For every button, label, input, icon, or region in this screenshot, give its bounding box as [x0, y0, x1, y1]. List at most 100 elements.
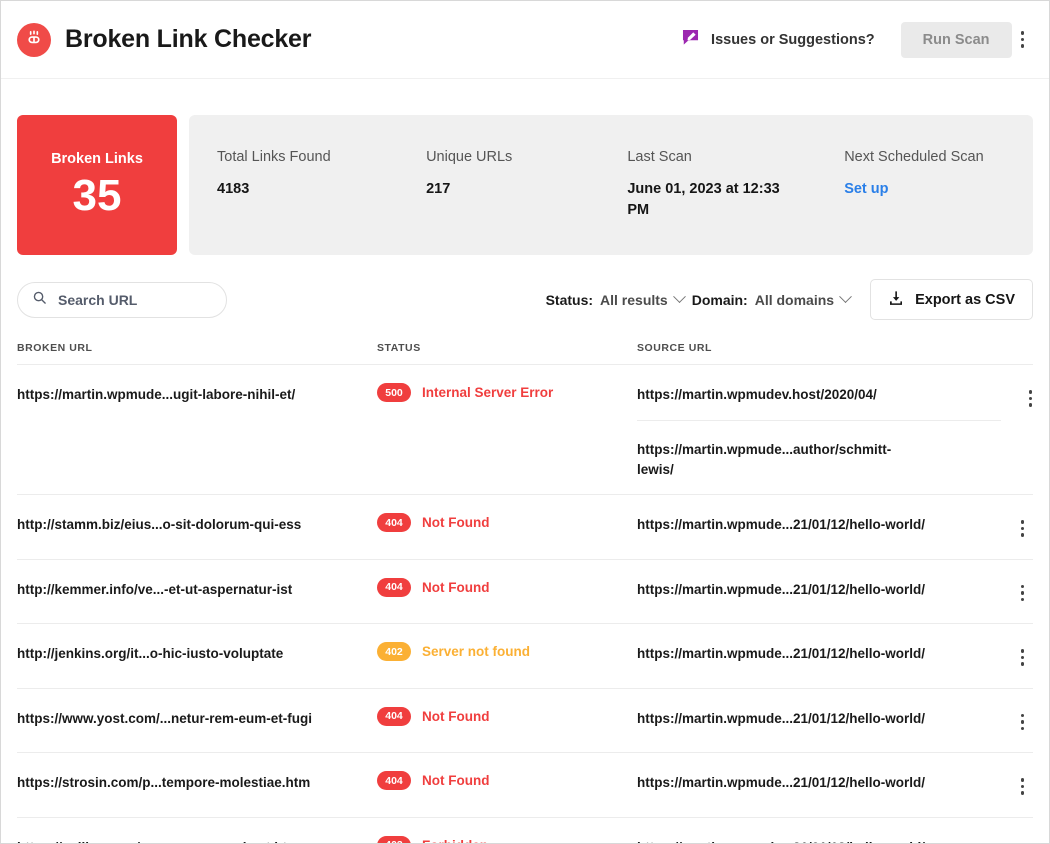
source-url-link[interactable]: https://martin.wpmudev.host/2020/04/	[637, 382, 1001, 405]
table-row[interactable]: https://www.yost.com/...netur-rem-eum-et…	[17, 689, 1033, 754]
set-up-link[interactable]: Set up	[844, 179, 1015, 200]
download-icon	[888, 290, 904, 309]
broken-url-cell[interactable]: https://strosin.com/p...tempore-molestia…	[17, 770, 377, 793]
row-kebab-menu-icon[interactable]	[1012, 643, 1034, 672]
status-cell: 402 Server not found	[377, 641, 637, 662]
status-text: Internal Server Error	[422, 385, 554, 401]
source-url-link[interactable]: https://martin.wpmude...21/01/12/hello-w…	[637, 706, 993, 729]
source-url-cell: https://martin.wpmude...21/01/12/hello-w…	[637, 706, 993, 729]
status-code-badge: 500	[377, 383, 411, 403]
status-cell: 404 Not Found	[377, 512, 637, 533]
stat-value: 217	[426, 181, 451, 197]
search-icon	[32, 290, 47, 310]
table-row[interactable]: http://stamm.biz/eius...o-sit-dolorum-qu…	[17, 495, 1033, 560]
table-body: https://martin.wpmude...ugit-labore-nihi…	[17, 365, 1034, 843]
search-input[interactable]	[58, 291, 212, 308]
stats-panel: Total Links Found 4183 Unique URLs 217 L…	[189, 115, 1033, 256]
broken-url-cell[interactable]: https://martin.wpmude...ugit-labore-nihi…	[17, 382, 377, 405]
column-header-broken-url: BROKEN URL	[17, 342, 93, 355]
source-url-link[interactable]: https://martin.wpmude...21/01/12/hello-w…	[637, 577, 993, 600]
row-kebab-menu-icon[interactable]	[1012, 837, 1034, 843]
source-url-cell: https://martin.wpmude...21/01/12/hello-w…	[637, 512, 993, 535]
broken-url-cell[interactable]: https://www.yost.com/...netur-rem-eum-et…	[17, 706, 377, 729]
status-cell: 500 Internal Server Error	[377, 382, 637, 403]
status-filter[interactable]: Status: All results	[545, 290, 686, 308]
domain-filter[interactable]: Domain: All domains	[691, 290, 852, 308]
row-kebab-menu-icon[interactable]	[1012, 514, 1034, 543]
chevron-down-icon	[672, 290, 686, 304]
run-scan-button[interactable]: Run Scan	[900, 21, 1012, 58]
source-url-cell: https://martin.wpmudev.host/2020/04/http…	[637, 382, 1002, 480]
stat-value: 4183	[217, 181, 250, 197]
stat-next-scheduled-scan: Next Scheduled Scan Set up	[816, 149, 1033, 221]
status-text: Forbidden	[422, 838, 488, 843]
feedback-bubble-icon	[681, 28, 700, 52]
source-url-link[interactable]: https://martin.wpmude...21/01/12/hello-w…	[637, 835, 993, 843]
stat-label: Total Links Found	[217, 149, 331, 165]
status-cell: 403 Forbidden	[377, 835, 637, 843]
page-title: Broken Link Checker	[65, 25, 312, 53]
status-text: Not Found	[422, 579, 490, 595]
table-toolbar: Status: All results Domain: All domains …	[1, 255, 1049, 321]
status-text: Not Found	[422, 515, 490, 531]
status-cell: 404 Not Found	[377, 770, 637, 791]
table-row[interactable]: http://jenkins.org/it...o-hic-iusto-volu…	[17, 624, 1033, 689]
stat-total-links-found: Total Links Found 4183	[189, 149, 398, 221]
status-text: Not Found	[422, 708, 490, 724]
filters: Status: All results Domain: All domains …	[545, 279, 1033, 321]
source-url-cell: https://martin.wpmude...21/01/12/hello-w…	[637, 641, 993, 664]
column-header-source-url: SOURCE URL	[637, 342, 712, 355]
row-kebab-menu-icon[interactable]	[1020, 384, 1042, 413]
broken-links-card: Broken Links 35	[17, 115, 177, 256]
domain-filter-value: All domains	[754, 291, 835, 308]
status-code-badge: 404	[377, 577, 411, 597]
source-url-link[interactable]: https://martin.wpmude...21/01/12/hello-w…	[637, 512, 993, 535]
status-text: Server not found	[422, 644, 531, 660]
table-row[interactable]: http://kemmer.info/ve...-et-ut-aspernatu…	[17, 560, 1033, 625]
table-row[interactable]: https://martin.wpmude...ugit-labore-nihi…	[17, 365, 1033, 496]
broken-url-cell[interactable]: https://collins.com/s...s-non-corporis-e…	[17, 835, 377, 843]
broken-links-label: Broken Links	[51, 150, 143, 167]
broken-links-value: 35	[72, 170, 122, 220]
row-kebab-menu-icon[interactable]	[1012, 772, 1034, 801]
broken-url-cell[interactable]: http://kemmer.info/ve...-et-ut-aspernatu…	[17, 577, 377, 600]
row-actions-cell	[993, 577, 1033, 608]
status-filter-value: All results	[600, 291, 668, 308]
table-row[interactable]: https://collins.com/s...s-non-corporis-e…	[17, 818, 1034, 843]
status-cell: 404 Not Found	[377, 577, 637, 597]
status-cell: 404 Not Found	[377, 706, 637, 726]
header-kebab-menu-icon[interactable]	[1012, 25, 1034, 54]
row-actions-cell	[1001, 382, 1041, 413]
row-actions-cell	[993, 641, 1033, 672]
stats-row: Broken Links 35 Total Links Found 4183 U…	[1, 79, 1049, 256]
broken-url-cell[interactable]: http://stamm.biz/eius...o-sit-dolorum-qu…	[17, 512, 377, 535]
table-header-row: BROKEN URL STATUS SOURCE URL	[17, 342, 1033, 366]
broken-link-icon	[17, 22, 51, 57]
app-header: Broken Link Checker Issues or Suggestion…	[1, 1, 1049, 79]
issues-suggestions-link[interactable]: Issues or Suggestions?	[681, 28, 875, 52]
header-actions: Issues or Suggestions? Run Scan	[681, 21, 1034, 58]
broken-link-checker-app: Broken Link Checker Issues or Suggestion…	[0, 0, 1050, 844]
stat-value: June 01, 2023 at 12:33 PM	[627, 181, 780, 219]
domain-filter-label: Domain:	[691, 291, 748, 308]
broken-url-cell[interactable]: http://jenkins.org/it...o-hic-iusto-volu…	[17, 641, 377, 664]
source-url-cell: https://martin.wpmude...21/01/12/hello-w…	[637, 770, 993, 793]
source-url-cell: https://martin.wpmude...21/01/12/hello-w…	[637, 835, 993, 843]
source-url-link[interactable]: https://martin.wpmude...21/01/12/hello-w…	[637, 770, 993, 793]
row-kebab-menu-icon[interactable]	[1012, 579, 1034, 608]
row-actions-cell	[993, 706, 1033, 737]
row-actions-cell	[993, 512, 1033, 543]
source-url-link-secondary[interactable]: https://martin.wpmude...author/schmitt-l…	[637, 420, 1002, 480]
table-row[interactable]: https://strosin.com/p...tempore-molestia…	[17, 753, 1033, 818]
chevron-down-icon	[839, 290, 852, 304]
stat-label: Unique URLs	[426, 149, 513, 165]
search-box[interactable]	[17, 281, 227, 318]
export-csv-button[interactable]: Export as CSV	[870, 279, 1033, 321]
source-url-link[interactable]: https://martin.wpmude...21/01/12/hello-w…	[637, 641, 993, 664]
row-kebab-menu-icon[interactable]	[1012, 708, 1034, 737]
row-actions-cell	[993, 835, 1034, 843]
stat-unique-urls: Unique URLs 217	[398, 149, 599, 221]
status-filter-label: Status:	[545, 291, 594, 308]
source-url-cell: https://martin.wpmude...21/01/12/hello-w…	[637, 577, 993, 600]
status-code-badge: 404	[377, 771, 411, 791]
